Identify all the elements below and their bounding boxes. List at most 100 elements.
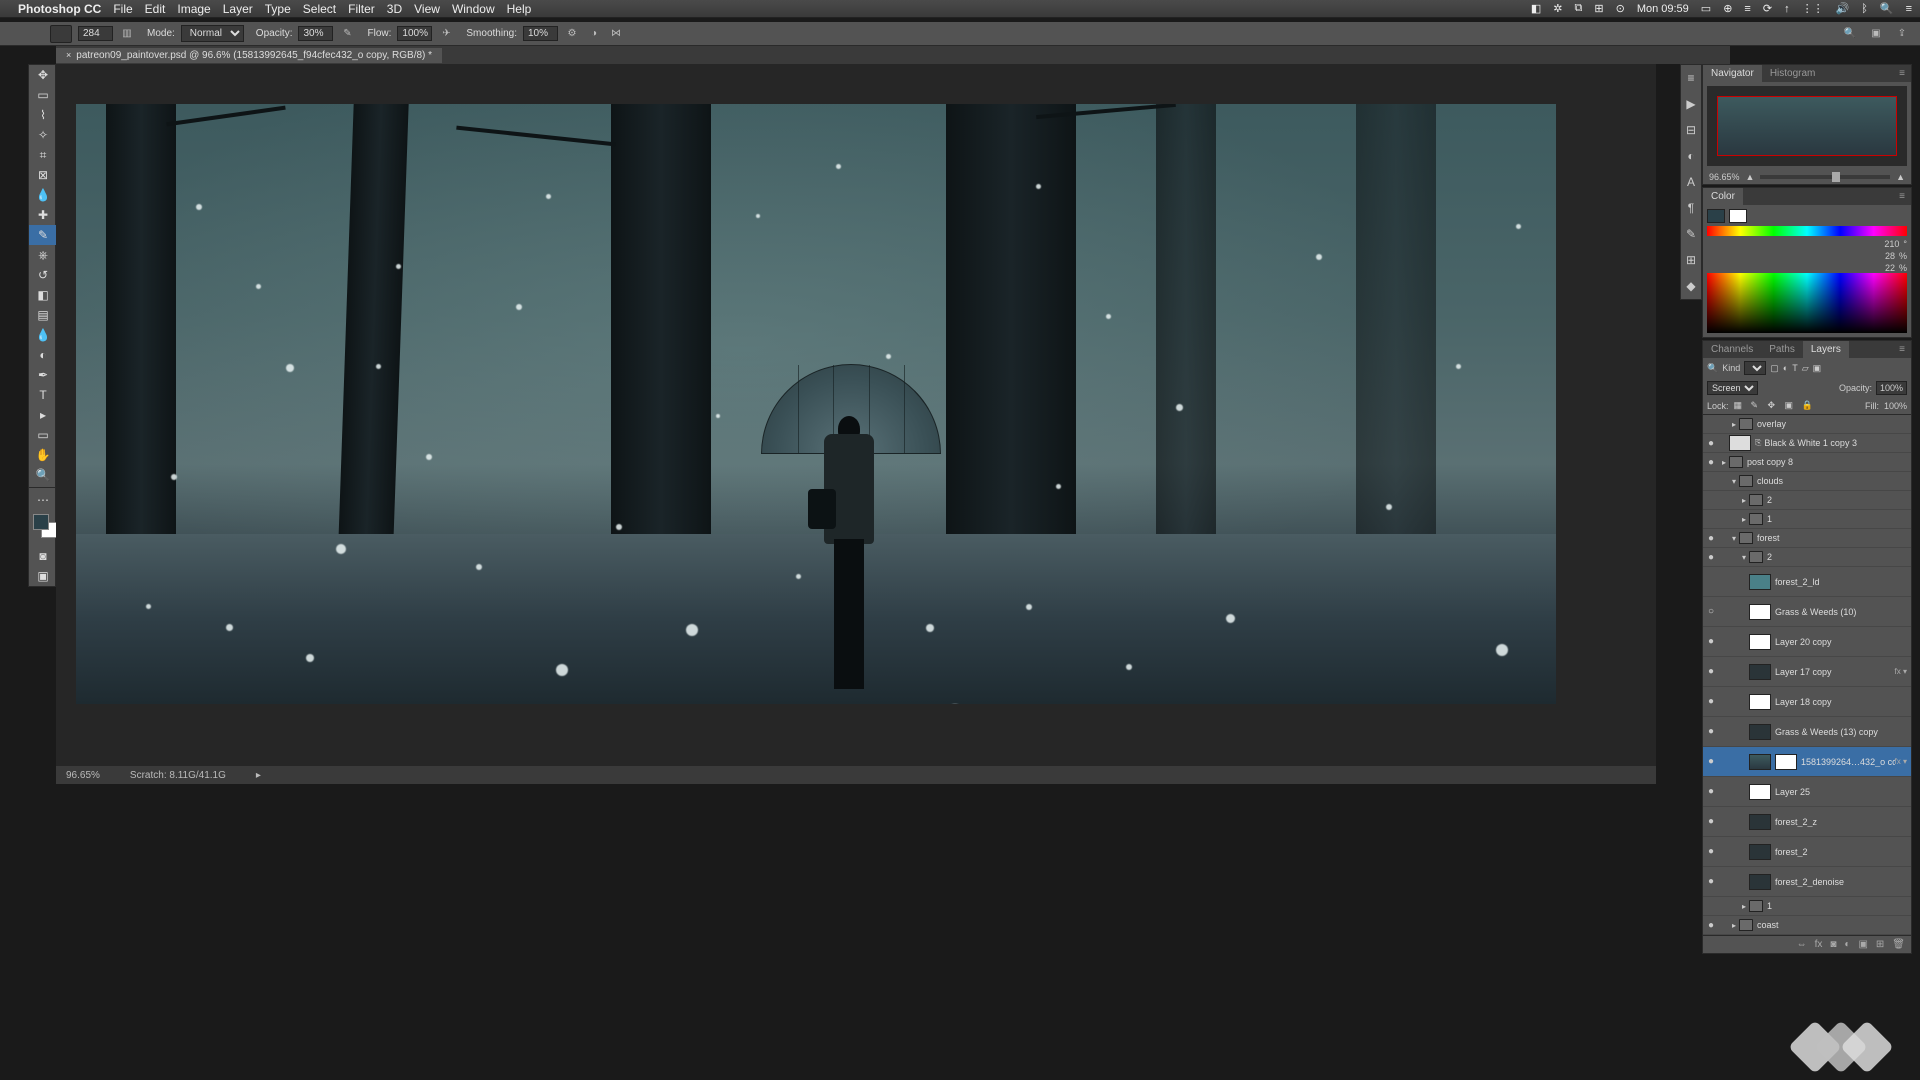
status-icon[interactable]: ✲ bbox=[1553, 2, 1562, 15]
tab-layers[interactable]: Layers bbox=[1803, 341, 1849, 358]
layer-row[interactable]: ● forest_2_denoise bbox=[1703, 867, 1911, 897]
layer-row[interactable]: ▸1 bbox=[1703, 897, 1911, 916]
folder-icon[interactable] bbox=[1739, 919, 1753, 931]
menu-view[interactable]: View bbox=[414, 2, 440, 16]
layer-row[interactable]: ●▸coast bbox=[1703, 916, 1911, 935]
siri-icon[interactable]: ≡ bbox=[1906, 3, 1912, 15]
menu-type[interactable]: Type bbox=[265, 2, 291, 16]
layer-name[interactable]: forest_2_denoise bbox=[1775, 877, 1911, 887]
filter-smart-icon[interactable]: ▣ bbox=[1813, 363, 1822, 374]
layer-blend-mode[interactable]: Screen bbox=[1707, 381, 1758, 395]
tab-navigator[interactable]: Navigator bbox=[1703, 65, 1762, 82]
menu-window[interactable]: Window bbox=[452, 2, 495, 16]
layer-row[interactable]: ○Grass & Weeds (10) bbox=[1703, 597, 1911, 627]
layer-thumbnail[interactable] bbox=[1749, 664, 1771, 680]
layer-thumbnail[interactable] bbox=[1749, 604, 1771, 620]
hue-value[interactable]: 210 bbox=[1873, 239, 1899, 249]
layer-thumbnail[interactable] bbox=[1749, 874, 1771, 890]
folder-icon[interactable] bbox=[1749, 551, 1763, 563]
tab-histogram[interactable]: Histogram bbox=[1762, 65, 1824, 82]
expand-arrow-icon[interactable]: ▸ bbox=[1739, 496, 1749, 505]
status-icon[interactable]: ⊙ bbox=[1616, 2, 1625, 15]
navigator-zoom[interactable]: 96.65% bbox=[1709, 172, 1740, 182]
bri-value[interactable]: 22 bbox=[1869, 263, 1895, 273]
filter-shape-icon[interactable]: ▱ bbox=[1802, 363, 1809, 374]
status-icon[interactable]: ⊞ bbox=[1594, 2, 1603, 15]
close-tab-icon[interactable]: × bbox=[66, 50, 71, 60]
character-panel-icon[interactable]: A bbox=[1681, 169, 1701, 195]
fill-value[interactable]: 100% bbox=[1884, 401, 1907, 411]
filter-adjust-icon[interactable]: ◐ bbox=[1783, 363, 1788, 373]
folder-icon[interactable] bbox=[1739, 418, 1753, 430]
delete-layer-icon[interactable]: 🗑 bbox=[1892, 939, 1905, 950]
new-adjustment-icon[interactable]: ◐ bbox=[1844, 939, 1850, 950]
navigator-thumbnail[interactable] bbox=[1717, 96, 1897, 156]
panel-menu-icon[interactable]: ≡ bbox=[1893, 188, 1911, 205]
dropbox-icon[interactable]: ⧉ bbox=[1575, 2, 1583, 15]
actions-panel-icon[interactable]: ▶ bbox=[1681, 91, 1701, 117]
layer-visibility-icon[interactable]: ○ bbox=[1703, 606, 1719, 617]
share-icon[interactable]: ⇪ bbox=[1894, 26, 1910, 42]
layer-row[interactable]: ●Layer 25 bbox=[1703, 777, 1911, 807]
layer-thumbnail[interactable] bbox=[1749, 724, 1771, 740]
gradient-tool[interactable]: ▤ bbox=[29, 305, 57, 325]
scratch-info[interactable]: Scratch: 8.11G/41.1G bbox=[130, 770, 226, 781]
lock-transparency-icon[interactable]: ▦ bbox=[1734, 400, 1746, 412]
layer-thumbnail[interactable] bbox=[1749, 844, 1771, 860]
color-field[interactable] bbox=[1707, 273, 1907, 333]
expand-arrow-icon[interactable]: ▾ bbox=[1729, 477, 1739, 486]
properties-panel-icon[interactable]: ⊟ bbox=[1681, 117, 1701, 143]
adjustments-panel-icon[interactable]: ◐ bbox=[1681, 143, 1701, 169]
opacity-field[interactable]: 30% bbox=[298, 26, 333, 41]
layer-visibility-icon[interactable]: ● bbox=[1703, 533, 1719, 544]
brush-tool[interactable]: ✎ bbox=[29, 225, 57, 245]
layer-name[interactable]: 1581399264…432_o copy bbox=[1801, 757, 1895, 767]
layer-row[interactable]: ▾ clouds bbox=[1703, 472, 1911, 491]
layer-row[interactable]: ●▾forest bbox=[1703, 529, 1911, 548]
airbrush-icon[interactable]: ✈ bbox=[438, 26, 454, 42]
pressure-opacity-icon[interactable]: ✎ bbox=[339, 26, 355, 42]
lock-position-icon[interactable]: ✥ bbox=[1768, 400, 1780, 412]
layer-thumbnail[interactable] bbox=[1749, 784, 1771, 800]
dodge-tool[interactable]: ◐ bbox=[29, 345, 57, 365]
layer-name[interactable]: 2 bbox=[1767, 495, 1911, 505]
status-icon[interactable]: ⟳ bbox=[1763, 2, 1772, 15]
tab-color[interactable]: Color bbox=[1703, 188, 1743, 205]
layer-visibility-icon[interactable]: ● bbox=[1703, 876, 1719, 887]
type-tool[interactable]: T bbox=[29, 385, 57, 405]
frame-tool[interactable]: ⊠ bbox=[29, 165, 57, 185]
layer-visibility-icon[interactable]: ● bbox=[1703, 438, 1719, 449]
eyedropper-tool[interactable]: 💧 bbox=[29, 185, 57, 205]
zoom-out-icon[interactable]: ▲ bbox=[1746, 172, 1755, 182]
menu-edit[interactable]: Edit bbox=[145, 2, 166, 16]
layer-visibility-icon[interactable]: ● bbox=[1703, 756, 1719, 767]
expand-arrow-icon[interactable]: ▸ bbox=[1719, 458, 1729, 467]
blend-mode-select[interactable]: Normal bbox=[181, 25, 244, 42]
lock-pixels-icon[interactable]: ✎ bbox=[1751, 400, 1763, 412]
menu-image[interactable]: Image bbox=[177, 2, 210, 16]
healing-brush-tool[interactable]: ✚ bbox=[29, 205, 57, 225]
filter-type-icon[interactable]: T bbox=[1792, 363, 1798, 373]
smoothing-field[interactable]: 10% bbox=[523, 26, 558, 41]
layer-name[interactable]: clouds bbox=[1757, 476, 1911, 486]
layer-row[interactable]: ●▾2 bbox=[1703, 548, 1911, 567]
layer-name[interactable]: Layer 20 copy bbox=[1775, 637, 1911, 647]
layer-name[interactable]: forest bbox=[1757, 533, 1911, 543]
layer-thumbnail[interactable] bbox=[1749, 574, 1771, 590]
zoom-tool[interactable]: 🔍 bbox=[29, 465, 57, 485]
layer-visibility-icon[interactable]: ● bbox=[1703, 726, 1719, 737]
expand-arrow-icon[interactable]: ▾ bbox=[1739, 553, 1749, 562]
edit-toolbar-icon[interactable]: ⋯ bbox=[29, 490, 57, 510]
marquee-tool[interactable]: ▭ bbox=[29, 85, 57, 105]
layer-thumbnail[interactable] bbox=[1749, 814, 1771, 830]
brush-settings-panel-icon[interactable]: ⊞ bbox=[1681, 247, 1701, 273]
history-brush-tool[interactable]: ↺ bbox=[29, 265, 57, 285]
magic-wand-tool[interactable]: ✧ bbox=[29, 125, 57, 145]
layer-visibility-icon[interactable]: ● bbox=[1703, 666, 1719, 677]
status-icon[interactable]: ↑ bbox=[1784, 3, 1790, 15]
hand-tool[interactable]: ✋ bbox=[29, 445, 57, 465]
layer-visibility-icon[interactable]: ● bbox=[1703, 552, 1719, 563]
fg-swatch[interactable] bbox=[1707, 209, 1725, 223]
canvas[interactable]: 96.65% Scratch: 8.11G/41.1G ▸ bbox=[56, 64, 1656, 784]
layer-name[interactable]: Grass & Weeds (13) copy bbox=[1775, 727, 1911, 737]
